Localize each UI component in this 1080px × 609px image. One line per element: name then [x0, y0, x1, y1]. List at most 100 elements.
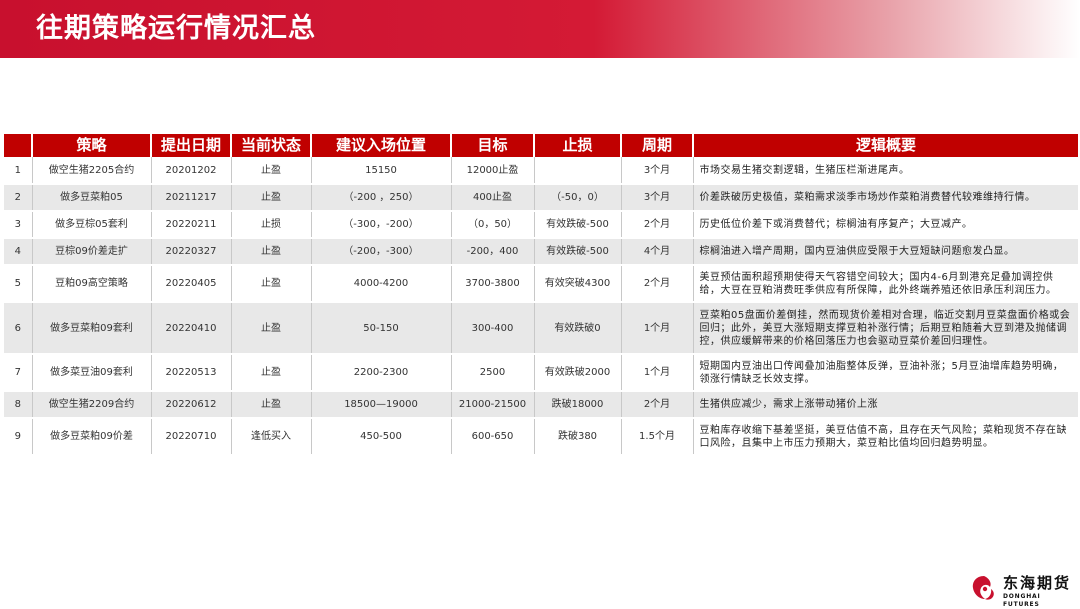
- cell-status: 逢低买入: [231, 418, 312, 456]
- cell-stop: 有效突破4300: [534, 265, 622, 303]
- cell-logic: 豆粕库存收缩下基差坚挺，美豆估值不高，且存在天气风险；菜粕现货不存在缺口风险，且…: [693, 418, 1078, 456]
- wave-dragon-icon: [972, 576, 994, 600]
- table-row: 6 做多豆菜粕09套利 20220410 止盈 50-150 300-400 有…: [4, 302, 1078, 355]
- cell-date: 20201202: [151, 157, 232, 185]
- cell-entry: 18500—19000: [311, 391, 452, 419]
- cell-logic: 棕榈油进入增产周期，国内豆油供应受限于大豆短缺问题愈发凸显。: [693, 238, 1078, 266]
- cell-stop: （-50，0）: [534, 184, 622, 212]
- cell-strategy: 做空生猪2205合约: [32, 157, 152, 185]
- cell-period: 2个月: [621, 211, 694, 239]
- cell-target: 400止盈: [451, 184, 535, 212]
- cell-strategy: 豆粕09高空策略: [32, 265, 152, 303]
- cell-strategy: 豆棕09价差走扩: [32, 238, 152, 266]
- table-header-row: 策略 提出日期 当前状态 建议入场位置 目标 止损 周期 逻辑概要: [4, 134, 1078, 157]
- cell-index: 9: [4, 418, 33, 456]
- cell-date: 20220327: [151, 238, 232, 266]
- cell-strategy: 做多豆棕05套利: [32, 211, 152, 239]
- header-status: 当前状态: [231, 134, 312, 157]
- header-strategy: 策略: [32, 134, 152, 157]
- cell-strategy: 做多豆菜粕05: [32, 184, 152, 212]
- cell-strategy: 做多豆菜粕09套利: [32, 302, 152, 355]
- cell-period: 3个月: [621, 184, 694, 212]
- cell-logic: 市场交易生猪交割逻辑，生猪压栏渐进尾声。: [693, 157, 1078, 185]
- cell-target: 600-650: [451, 418, 535, 456]
- cell-entry: 2200-2300: [311, 354, 452, 392]
- cell-stop: 跌破18000: [534, 391, 622, 419]
- table-row: 2 做多豆菜粕05 20211217 止盈 （-200 ，250） 400止盈 …: [4, 184, 1078, 212]
- cell-index: 2: [4, 184, 33, 212]
- cell-logic: 豆菜粕05盘面价差倒挂，然而现货价差相对合理，临近交割月豆菜盘面价格或会回归；此…: [693, 302, 1078, 355]
- logo-name-cn: 东海期货: [1003, 574, 1072, 592]
- header-target: 目标: [451, 134, 535, 157]
- cell-date: 20220211: [151, 211, 232, 239]
- cell-status: 止盈: [231, 265, 312, 303]
- table-row: 7 做多菜豆油09套利 20220513 止盈 2200-2300 2500 有…: [4, 354, 1078, 392]
- cell-index: 5: [4, 265, 33, 303]
- title-bar: 往期策略运行情况汇总: [0, 0, 1080, 58]
- table-row: 5 豆粕09高空策略 20220405 止盈 4000-4200 3700-38…: [4, 265, 1078, 303]
- company-logo: 东海期货 DONGHAI FUTURES: [970, 572, 1076, 608]
- cell-target: -200，400: [451, 238, 535, 266]
- cell-stop: 有效跌破0: [534, 302, 622, 355]
- cell-period: 1.5个月: [621, 418, 694, 456]
- cell-date: 20220513: [151, 354, 232, 392]
- cell-target: 2500: [451, 354, 535, 392]
- cell-date: 20220410: [151, 302, 232, 355]
- cell-target: 21000-21500: [451, 391, 535, 419]
- page-title: 往期策略运行情况汇总: [36, 13, 316, 44]
- cell-period: 3个月: [621, 157, 694, 185]
- logo-name-en: DONGHAI FUTURES: [1003, 593, 1041, 608]
- cell-index: 3: [4, 211, 33, 239]
- cell-entry: 15150: [311, 157, 452, 185]
- cell-status: 止盈: [231, 302, 312, 355]
- cell-target: 300-400: [451, 302, 535, 355]
- cell-logic: 美豆预估面积超预期使得天气容错空间较大；国内4-6月到港充足叠加调控供给，大豆在…: [693, 265, 1078, 303]
- cell-strategy: 做空生猪2209合约: [32, 391, 152, 419]
- cell-logic: 生猪供应减少，需求上涨带动猪价上涨: [693, 391, 1078, 419]
- strategy-table: 策略 提出日期 当前状态 建议入场位置 目标 止损 周期 逻辑概要 1 做空生猪…: [4, 134, 1078, 456]
- cell-logic: 短期国内豆油出口传闻叠加油脂整体反弹，豆油补涨；5月豆油增库趋势明确，领涨行情缺…: [693, 354, 1078, 392]
- cell-period: 2个月: [621, 391, 694, 419]
- cell-logic: 历史低位价差下或消费替代；棕榈油有序复产；大豆减产。: [693, 211, 1078, 239]
- strategy-table-container: 策略 提出日期 当前状态 建议入场位置 目标 止损 周期 逻辑概要 1 做空生猪…: [4, 134, 1078, 456]
- cell-date: 20220612: [151, 391, 232, 419]
- cell-status: 止盈: [231, 184, 312, 212]
- header-index: [4, 134, 33, 157]
- table-row: 8 做空生猪2209合约 20220612 止盈 18500—19000 210…: [4, 391, 1078, 419]
- cell-strategy: 做多菜豆油09套利: [32, 354, 152, 392]
- table-row: 3 做多豆棕05套利 20220211 止损 （-300，-200） （0，50…: [4, 211, 1078, 239]
- cell-index: 6: [4, 302, 33, 355]
- cell-entry: （-200，-300）: [311, 238, 452, 266]
- cell-status: 止盈: [231, 238, 312, 266]
- cell-date: 20220405: [151, 265, 232, 303]
- table-row: 9 做多豆菜粕09价差 20220710 逢低买入 450-500 600-65…: [4, 418, 1078, 456]
- header-entry: 建议入场位置: [311, 134, 452, 157]
- header-stop: 止损: [534, 134, 622, 157]
- cell-period: 2个月: [621, 265, 694, 303]
- cell-entry: 50-150: [311, 302, 452, 355]
- cell-status: 止盈: [231, 354, 312, 392]
- cell-period: 4个月: [621, 238, 694, 266]
- table-row: 4 豆棕09价差走扩 20220327 止盈 （-200，-300） -200，…: [4, 238, 1078, 266]
- table-row: 1 做空生猪2205合约 20201202 止盈 15150 12000止盈 3…: [4, 157, 1078, 185]
- cell-entry: （-200 ，250）: [311, 184, 452, 212]
- cell-index: 7: [4, 354, 33, 392]
- cell-stop: 有效跌破2000: [534, 354, 622, 392]
- header-logic: 逻辑概要: [693, 134, 1078, 157]
- cell-date: 20220710: [151, 418, 232, 456]
- cell-target: （0，50）: [451, 211, 535, 239]
- cell-index: 1: [4, 157, 33, 185]
- cell-status: 止损: [231, 211, 312, 239]
- cell-logic: 价差跌破历史极值，菜粕需求淡季市场炒作菜粕消费替代较难维持行情。: [693, 184, 1078, 212]
- cell-date: 20211217: [151, 184, 232, 212]
- cell-stop: 跌破380: [534, 418, 622, 456]
- cell-entry: 4000-4200: [311, 265, 452, 303]
- header-date: 提出日期: [151, 134, 232, 157]
- cell-entry: （-300，-200）: [311, 211, 452, 239]
- cell-period: 1个月: [621, 302, 694, 355]
- cell-entry: 450-500: [311, 418, 452, 456]
- cell-strategy: 做多豆菜粕09价差: [32, 418, 152, 456]
- cell-stop: 有效跌破-500: [534, 211, 622, 239]
- cell-target: 12000止盈: [451, 157, 535, 185]
- cell-status: 止盈: [231, 157, 312, 185]
